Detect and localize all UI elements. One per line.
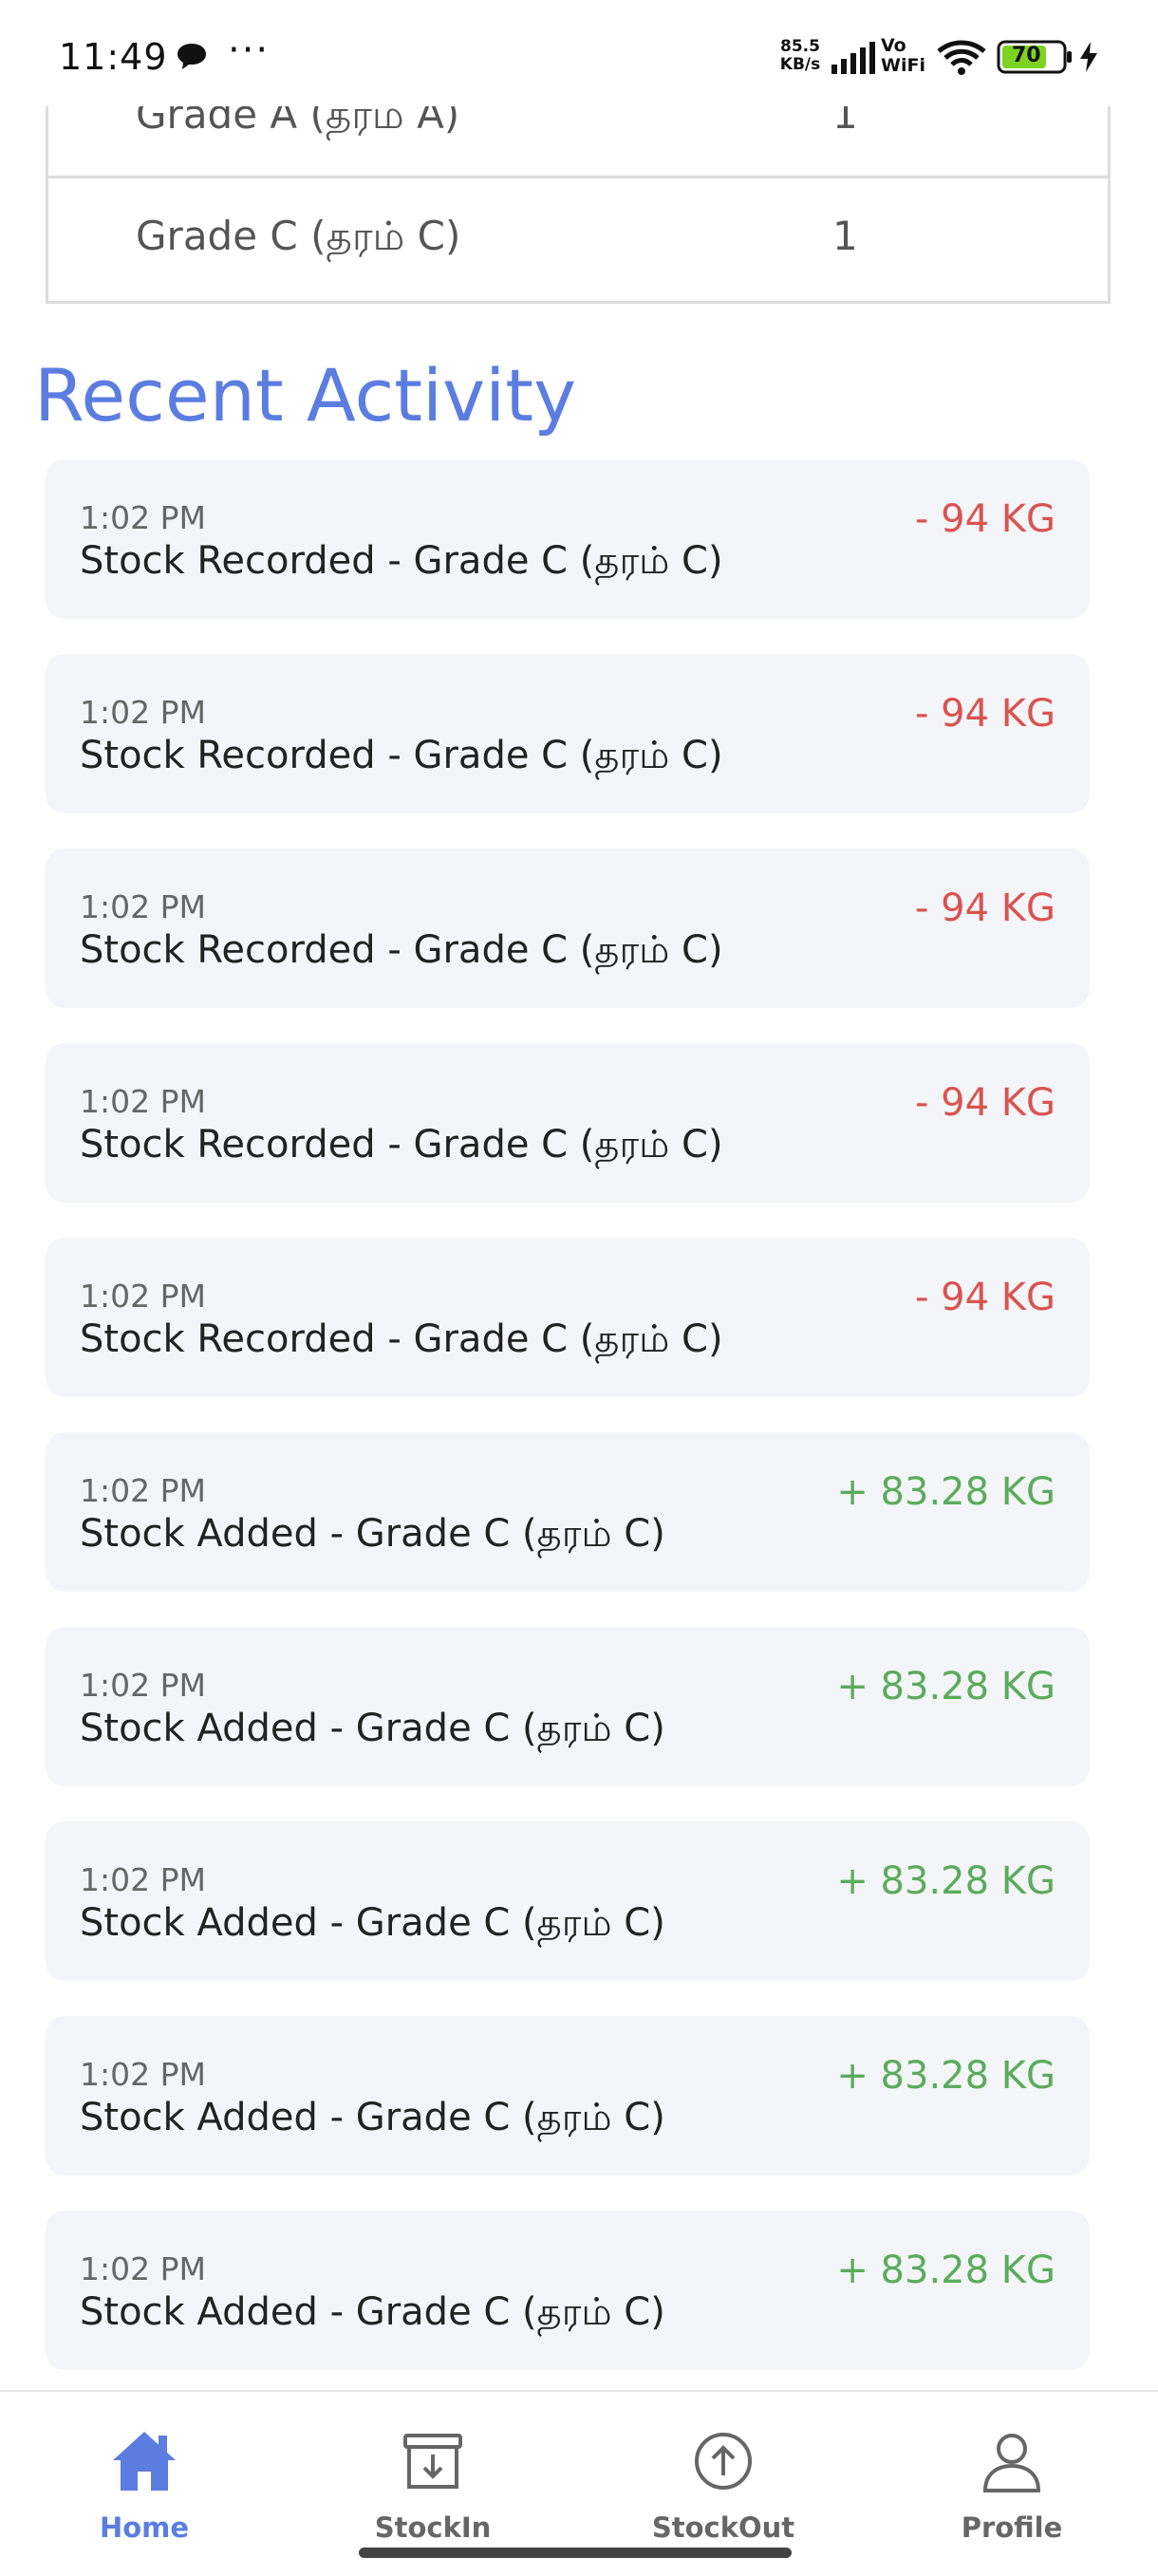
- stock-in-icon: [403, 2434, 462, 2489]
- activity-amount: + 83.28 KG: [836, 2054, 1055, 2098]
- activity-time: 1:02 PM: [80, 499, 206, 536]
- activity-amount: - 94 KG: [915, 1276, 1055, 1319]
- activity-title: Stock Added - Grade C (தரம் C): [80, 2096, 665, 2139]
- activity-card[interactable]: 1:02 PM Stock Added - Grade C (தரம் C) +…: [46, 1627, 1090, 1786]
- activity-card[interactable]: 1:02 PM Stock Added - Grade C (தரம் C) +…: [46, 2211, 1090, 2370]
- wifi-icon: [935, 38, 988, 82]
- network-speed: 85.5 KB/s: [775, 38, 826, 74]
- activity-title: Stock Added - Grade C (தரம் C): [80, 1512, 665, 1556]
- network-speed-value: 85.5: [780, 37, 820, 56]
- activity-amount: - 94 KG: [915, 887, 1055, 930]
- vowifi-indicator: Vo WiFi: [881, 36, 930, 76]
- activity-time: 1:02 PM: [80, 1083, 206, 1120]
- activity-amount: + 83.28 KG: [836, 1470, 1055, 1514]
- nav-profile-label: Profile: [961, 2511, 1063, 2544]
- nav-stockout[interactable]: StockOut: [628, 2411, 818, 2544]
- nav-profile[interactable]: Profile: [917, 2411, 1107, 2544]
- charging-icon: [1078, 42, 1099, 76]
- activity-amount: - 94 KG: [915, 1081, 1055, 1125]
- nav-stockin[interactable]: StockIn: [338, 2411, 528, 2544]
- status-time: 11:49: [59, 36, 168, 78]
- activity-amount: + 83.28 KG: [836, 2249, 1055, 2292]
- stock-out-icon: [695, 2433, 752, 2490]
- recent-activity-title: Recent Activity: [34, 353, 577, 438]
- status-bar: 11:49 ··· 85.5 KB/s Vo WiFi 70: [0, 0, 1158, 106]
- activity-card[interactable]: 1:02 PM Stock Added - Grade C (தரம் C) +…: [46, 1821, 1090, 1981]
- activity-card[interactable]: 1:02 PM Stock Recorded - Grade C (தரம் C…: [46, 654, 1090, 813]
- cell-signal-icon: [830, 42, 875, 78]
- more-notifications-icon: ···: [228, 28, 271, 72]
- grade-row: Grade C (தரம் C) 1: [48, 178, 1108, 301]
- chat-notification-icon: [176, 42, 208, 76]
- activity-time: 1:02 PM: [80, 1472, 206, 1509]
- nav-stockout-label: StockOut: [651, 2511, 795, 2544]
- activity-time: 1:02 PM: [80, 1861, 206, 1898]
- activity-time: 1:02 PM: [80, 888, 206, 925]
- grade-count: 1: [832, 213, 858, 259]
- nav-stockin-label: StockIn: [374, 2511, 492, 2544]
- activity-card[interactable]: 1:02 PM Stock Recorded - Grade C (தரம் C…: [46, 1238, 1090, 1397]
- activity-time: 1:02 PM: [80, 2250, 206, 2287]
- wifi-label: WiFi: [881, 55, 925, 76]
- activity-title: Stock Added - Grade C (தரம் C): [80, 2290, 665, 2334]
- nav-home-label: Home: [99, 2511, 190, 2544]
- activity-card[interactable]: 1:02 PM Stock Added - Grade C (தரம் C) +…: [46, 2016, 1090, 2175]
- activity-amount: - 94 KG: [915, 497, 1055, 541]
- activity-card[interactable]: 1:02 PM Stock Recorded - Grade C (தரம் C…: [46, 849, 1090, 1008]
- activity-title: Stock Recorded - Grade C (தரம் C): [80, 1123, 723, 1167]
- activity-time: 1:02 PM: [80, 2056, 206, 2093]
- activity-card[interactable]: 1:02 PM Stock Recorded - Grade C (தரம் C…: [46, 459, 1090, 619]
- activity-title: Stock Added - Grade C (தரம் C): [80, 1707, 665, 1750]
- battery-level: 70: [1012, 44, 1041, 67]
- activity-title: Stock Recorded - Grade C (தரம் C): [80, 734, 723, 777]
- activity-amount: + 83.28 KG: [836, 1665, 1055, 1708]
- activity-time: 1:02 PM: [80, 1278, 206, 1315]
- activity-title: Stock Recorded - Grade C (தரம் C): [80, 1317, 723, 1361]
- activity-time: 1:02 PM: [80, 694, 206, 731]
- battery-icon: 70: [997, 40, 1074, 78]
- gesture-home-bar[interactable]: [359, 2548, 792, 2558]
- grade-name: Grade C (தரம் C): [136, 213, 461, 259]
- home-icon: [113, 2432, 176, 2491]
- nav-home[interactable]: Home: [49, 2411, 239, 2544]
- activity-time: 1:02 PM: [80, 1667, 206, 1704]
- profile-icon: [982, 2434, 1041, 2492]
- activity-amount: - 94 KG: [915, 692, 1055, 736]
- activity-card[interactable]: 1:02 PM Stock Recorded - Grade C (தரம் C…: [46, 1043, 1090, 1203]
- vo-label: Vo: [881, 35, 906, 56]
- network-speed-unit: KB/s: [779, 55, 821, 74]
- activity-amount: + 83.28 KG: [836, 1859, 1055, 1903]
- activity-title: Stock Added - Grade C (தரம் C): [80, 1901, 665, 1945]
- activity-title: Stock Recorded - Grade C (தரம் C): [80, 539, 723, 583]
- activity-card[interactable]: 1:02 PM Stock Added - Grade C (தரம் C) +…: [46, 1432, 1090, 1592]
- activity-title: Stock Recorded - Grade C (தரம் C): [80, 928, 723, 972]
